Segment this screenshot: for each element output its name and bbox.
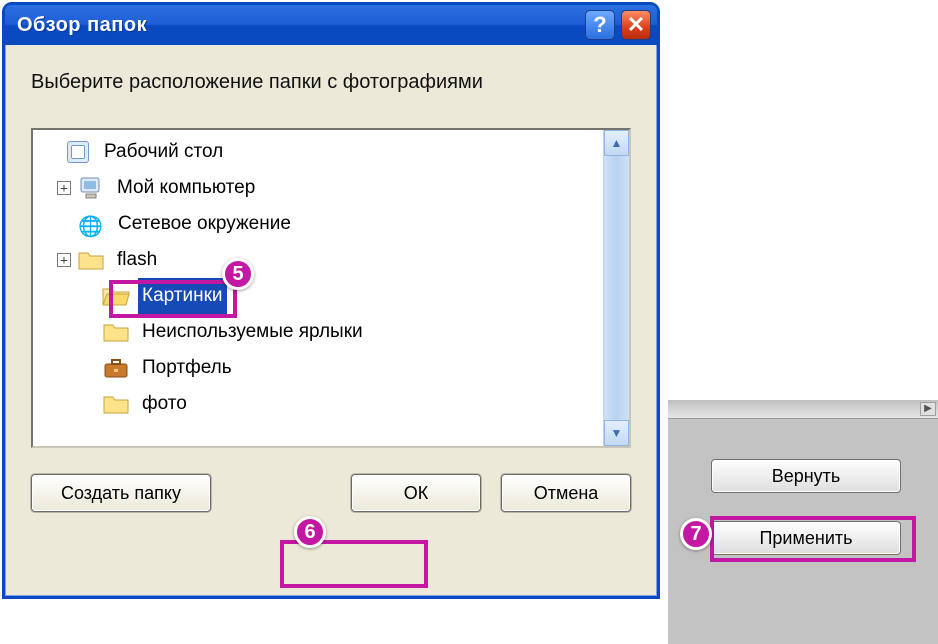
scroll-right-button[interactable]: ▶	[920, 402, 936, 416]
ok-button[interactable]: ОК	[351, 474, 481, 512]
dialog-body: Выберите расположение папки с фотография…	[5, 45, 657, 596]
help-button[interactable]: ?	[585, 10, 615, 40]
folder-tree-frame: Рабочий стол + Мой компьютер Сетевое окр…	[31, 128, 631, 448]
cancel-button[interactable]: Отмена	[501, 474, 631, 512]
tree-item-label: Картинки	[138, 278, 227, 314]
horizontal-scrollbar[interactable]: ▶	[668, 400, 938, 418]
tree-item-label: фото	[138, 386, 191, 422]
tree-scrollbar[interactable]: ▲ ▼	[603, 130, 629, 446]
folder-icon	[77, 248, 105, 272]
close-button[interactable]: ✕	[621, 10, 651, 40]
scroll-up-button[interactable]: ▲	[604, 130, 629, 156]
titlebar[interactable]: Обзор папок ? ✕	[5, 5, 657, 45]
network-icon	[78, 212, 106, 236]
tree-item-briefcase[interactable]: Портфель	[41, 350, 603, 386]
tree-item-label: Неиспользуемые ярлыки	[138, 314, 367, 350]
scroll-track[interactable]	[604, 156, 629, 420]
tree-item-network[interactable]: Сетевое окружение	[41, 206, 603, 242]
folder-open-icon	[102, 284, 130, 308]
briefcase-icon	[102, 356, 130, 380]
annotation-badge-7: 7	[680, 518, 712, 550]
desktop-icon	[64, 140, 92, 164]
tree-item-label: Портфель	[138, 350, 236, 386]
folder-icon	[102, 320, 130, 344]
dialog-button-row: Создать папку ОК Отмена	[31, 474, 631, 512]
tree-item-photo[interactable]: фото	[41, 386, 603, 422]
titlebar-buttons: ? ✕	[585, 10, 651, 40]
dialog-title: Обзор папок	[17, 14, 147, 37]
tree-item-flash[interactable]: + flash	[41, 242, 603, 278]
tree-item-desktop[interactable]: Рабочий стол	[41, 134, 603, 170]
expander-icon[interactable]: +	[57, 253, 71, 267]
revert-button[interactable]: Вернуть	[711, 459, 901, 493]
computer-icon	[77, 176, 105, 200]
annotation-badge-6: 6	[294, 516, 326, 548]
close-icon: ✕	[627, 12, 645, 38]
tree-item-pictures[interactable]: Картинки	[41, 278, 603, 314]
new-folder-button[interactable]: Создать папку	[31, 474, 211, 512]
tree-item-label: Рабочий стол	[100, 134, 227, 170]
folder-icon	[102, 392, 130, 416]
tree-item-label: Мой компьютер	[113, 170, 259, 206]
scroll-down-button[interactable]: ▼	[604, 420, 629, 446]
folder-tree[interactable]: Рабочий стол + Мой компьютер Сетевое окр…	[33, 130, 603, 446]
side-panel: ▶ Вернуть Применить	[668, 0, 938, 644]
expander-icon[interactable]: +	[57, 181, 71, 195]
browse-folder-dialog: Обзор папок ? ✕ Выберите расположение па…	[2, 2, 660, 599]
apply-button[interactable]: Применить	[711, 521, 901, 555]
tree-item-label: flash	[113, 242, 161, 278]
instruction-text: Выберите расположение папки с фотография…	[31, 71, 631, 94]
tree-item-unused-shortcuts[interactable]: Неиспользуемые ярлыки	[41, 314, 603, 350]
help-icon: ?	[593, 12, 606, 38]
tree-item-my-computer[interactable]: + Мой компьютер	[41, 170, 603, 206]
annotation-badge-5: 5	[222, 258, 254, 290]
tree-item-label: Сетевое окружение	[114, 206, 295, 242]
